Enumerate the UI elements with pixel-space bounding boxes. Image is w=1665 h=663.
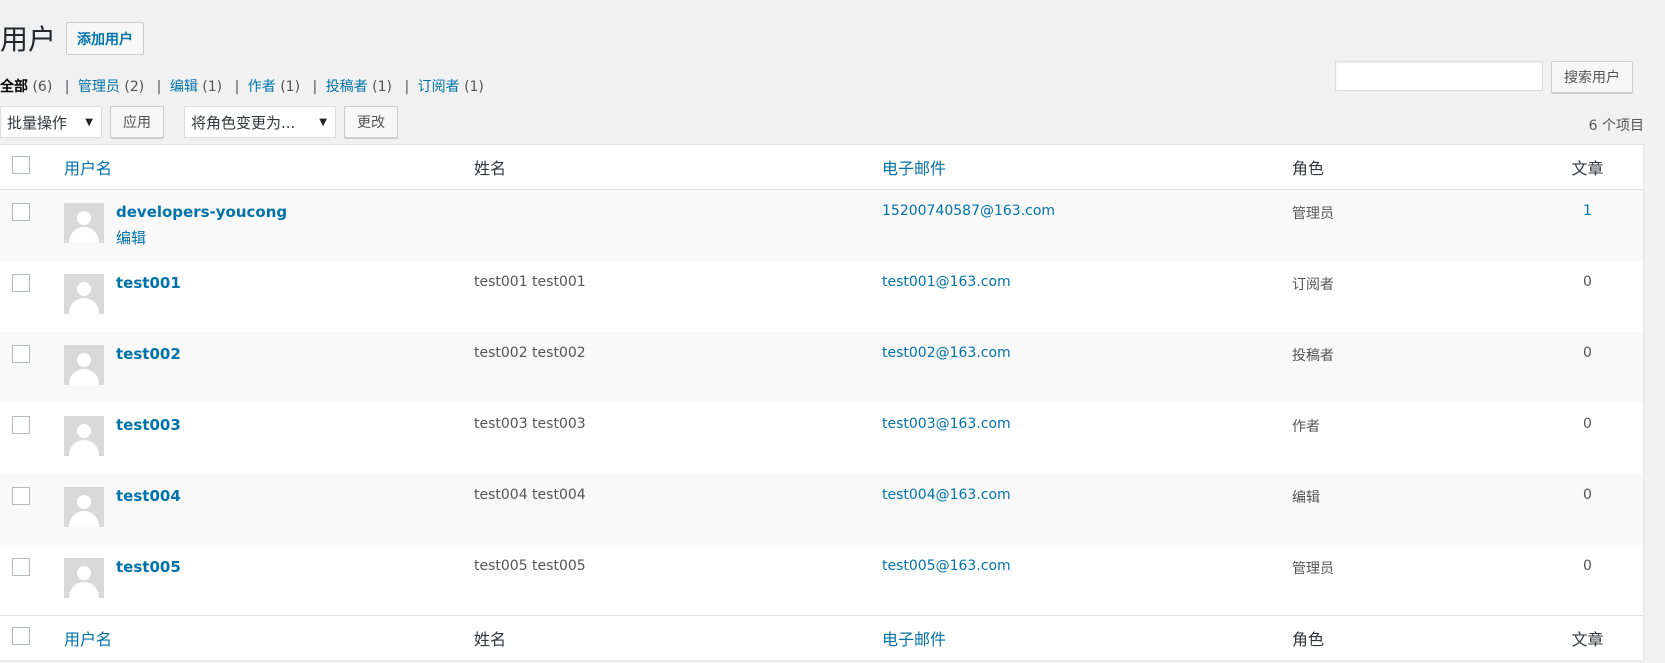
dropdown-arrow-icon: ▼: [85, 116, 93, 128]
user-name: test002 test002: [474, 344, 586, 361]
search-box: 搜索用户: [1335, 61, 1633, 93]
user-name: test001 test001: [474, 273, 586, 290]
user-email-link[interactable]: test002@163.com: [882, 345, 1011, 361]
sort-username[interactable]: 用户名: [64, 159, 112, 178]
user-email-link[interactable]: test001@163.com: [882, 274, 1011, 290]
table-row: test003 test003 test003 test003@163.com …: [0, 403, 1644, 474]
add-user-button[interactable]: 添加用户: [66, 22, 144, 55]
username-link[interactable]: test005: [116, 558, 181, 598]
user-email-link[interactable]: test005@163.com: [882, 558, 1011, 574]
sort-email-footer[interactable]: 电子邮件: [882, 630, 946, 649]
dropdown-arrow-icon: ▼: [319, 116, 327, 128]
change-role-button[interactable]: 更改: [344, 106, 398, 138]
username-link[interactable]: developers-youcong: [116, 203, 287, 221]
change-role-select[interactable]: 将角色变更为... ▼: [184, 106, 336, 138]
user-name: [464, 190, 872, 261]
filter-all[interactable]: 全部 (6): [0, 79, 52, 95]
table-row: test005 test005 test005 test005@163.com …: [0, 545, 1644, 616]
filter-subscriber[interactable]: 订阅者 (1): [418, 79, 484, 95]
column-role-header: 角色: [1292, 159, 1325, 178]
default-avatar-icon: [64, 557, 104, 598]
user-name: test005 test005: [474, 557, 586, 574]
user-posts: 0: [1583, 273, 1592, 290]
table-row: test004 test004 test004 test004@163.com …: [0, 473, 1644, 545]
search-users-button[interactable]: 搜索用户: [1551, 61, 1633, 93]
select-all-checkbox-footer[interactable]: [12, 627, 30, 645]
column-name-header: 姓名: [474, 159, 507, 178]
search-input[interactable]: [1335, 61, 1543, 91]
column-posts-footer: 文章: [1571, 630, 1604, 649]
default-avatar-icon: [64, 344, 104, 385]
table-header: 用户名 姓名 电子邮件 角色 文章: [0, 145, 1644, 190]
column-posts-header: 文章: [1571, 159, 1604, 178]
filter-editor[interactable]: 编辑 (1): [170, 79, 222, 95]
column-role-footer: 角色: [1292, 630, 1325, 649]
row-checkbox[interactable]: [12, 344, 30, 363]
bulk-actions-select[interactable]: 批量操作 ▼: [0, 106, 102, 138]
user-email-link[interactable]: test004@163.com: [882, 487, 1011, 503]
tablenav-top: 批量操作 ▼ 应用 将角色变更为... ▼ 更改: [0, 106, 398, 138]
user-role: 编辑: [1292, 489, 1320, 506]
column-name-footer: 姓名: [474, 630, 507, 649]
user-email-link[interactable]: 15200740587@163.com: [882, 203, 1055, 219]
items-count: 6 个项目: [1588, 118, 1644, 134]
default-avatar-icon: [64, 203, 104, 243]
user-role: 订阅者: [1292, 276, 1334, 293]
username-link[interactable]: test004: [116, 487, 181, 527]
user-name: test004 test004: [474, 486, 586, 503]
row-checkbox[interactable]: [12, 486, 30, 505]
filter-author[interactable]: 作者 (1): [248, 79, 300, 95]
select-all-checkbox[interactable]: [12, 156, 30, 174]
table-row: test001 test001 test001 test001@163.com …: [0, 261, 1644, 332]
user-email-link[interactable]: test003@163.com: [882, 416, 1011, 432]
table-row: test002 test002 test002 test002@163.com …: [0, 331, 1644, 403]
apply-button[interactable]: 应用: [110, 106, 164, 138]
user-role: 管理员: [1292, 206, 1334, 222]
default-avatar-icon: [64, 486, 104, 527]
default-avatar-icon: [64, 273, 104, 314]
user-posts: 0: [1583, 557, 1592, 574]
user-name: test003 test003: [474, 415, 586, 432]
row-checkbox[interactable]: [12, 415, 30, 434]
sort-email[interactable]: 电子邮件: [882, 159, 946, 178]
users-table: 用户名 姓名 电子邮件 角色 文章 developers-youcong 编辑 …: [0, 144, 1644, 661]
user-posts-link[interactable]: 1: [1583, 203, 1592, 219]
default-avatar-icon: [64, 415, 104, 456]
table-footer: 用户名 姓名 电子邮件 角色 文章: [0, 615, 1644, 661]
edit-user-link[interactable]: 编辑: [116, 227, 287, 248]
user-posts: 0: [1583, 486, 1592, 503]
table-row: developers-youcong 编辑 15200740587@163.co…: [0, 189, 1644, 261]
filter-contributor[interactable]: 投稿者 (1): [326, 79, 392, 95]
row-checkbox[interactable]: [12, 557, 30, 576]
username-link[interactable]: test001: [116, 274, 181, 314]
user-role: 作者: [1292, 418, 1320, 435]
user-posts: 0: [1583, 415, 1592, 432]
user-posts: 0: [1583, 344, 1592, 361]
username-link[interactable]: test003: [116, 416, 181, 456]
sort-username-footer[interactable]: 用户名: [64, 630, 112, 649]
row-checkbox[interactable]: [12, 273, 30, 292]
page-title: 用户: [0, 23, 57, 56]
filter-administrator[interactable]: 管理员 (2): [78, 79, 144, 95]
row-checkbox[interactable]: [12, 203, 30, 221]
user-role: 管理员: [1292, 560, 1334, 577]
user-role: 投稿者: [1292, 347, 1334, 364]
role-filter-links: 全部 (6) | 管理员 (2) | 编辑 (1) | 作者 (1) | 投稿者…: [0, 79, 484, 95]
username-link[interactable]: test002: [116, 345, 181, 385]
